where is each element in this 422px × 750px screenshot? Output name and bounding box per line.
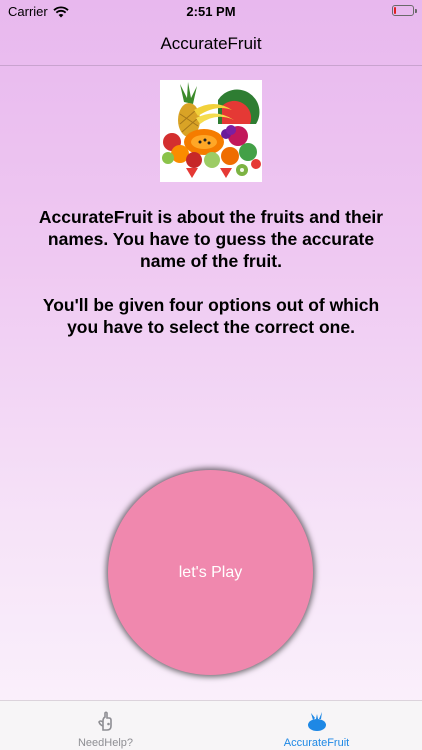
- lets-play-button[interactable]: let's Play: [108, 470, 313, 675]
- battery-level: [394, 7, 396, 14]
- lets-play-label: let's Play: [178, 563, 243, 581]
- fruit-icon: [307, 712, 326, 731]
- page-title: AccurateFruit: [160, 34, 262, 53]
- battery-icon: [392, 5, 417, 16]
- fruit-assortment-image: [160, 80, 262, 182]
- fruit-illustration: [162, 82, 261, 178]
- tab-need-help[interactable]: NeedHelp?: [0, 701, 211, 750]
- status-time: 2:51 PM: [186, 4, 236, 19]
- tab-accurate-fruit-label: AccurateFruit: [283, 737, 350, 749]
- status-bar: Carrier 2:51 PM: [0, 0, 422, 24]
- description-paragraph-intro: AccurateFruit is about the fruits and th…: [38, 207, 384, 271]
- tab-accurate-fruit[interactable]: AccurateFruit: [211, 701, 422, 750]
- tab-need-help-label: NeedHelp?: [77, 737, 134, 749]
- navigation-bar: AccurateFruit: [0, 24, 422, 66]
- help-hand-icon: [97, 711, 112, 731]
- game-description: AccurateFruit is about the fruits and th…: [30, 206, 392, 338]
- tab-bar: NeedHelp? AccurateFruit: [0, 700, 422, 750]
- description-paragraph-rules: You'll be given four options out of whic…: [42, 295, 380, 337]
